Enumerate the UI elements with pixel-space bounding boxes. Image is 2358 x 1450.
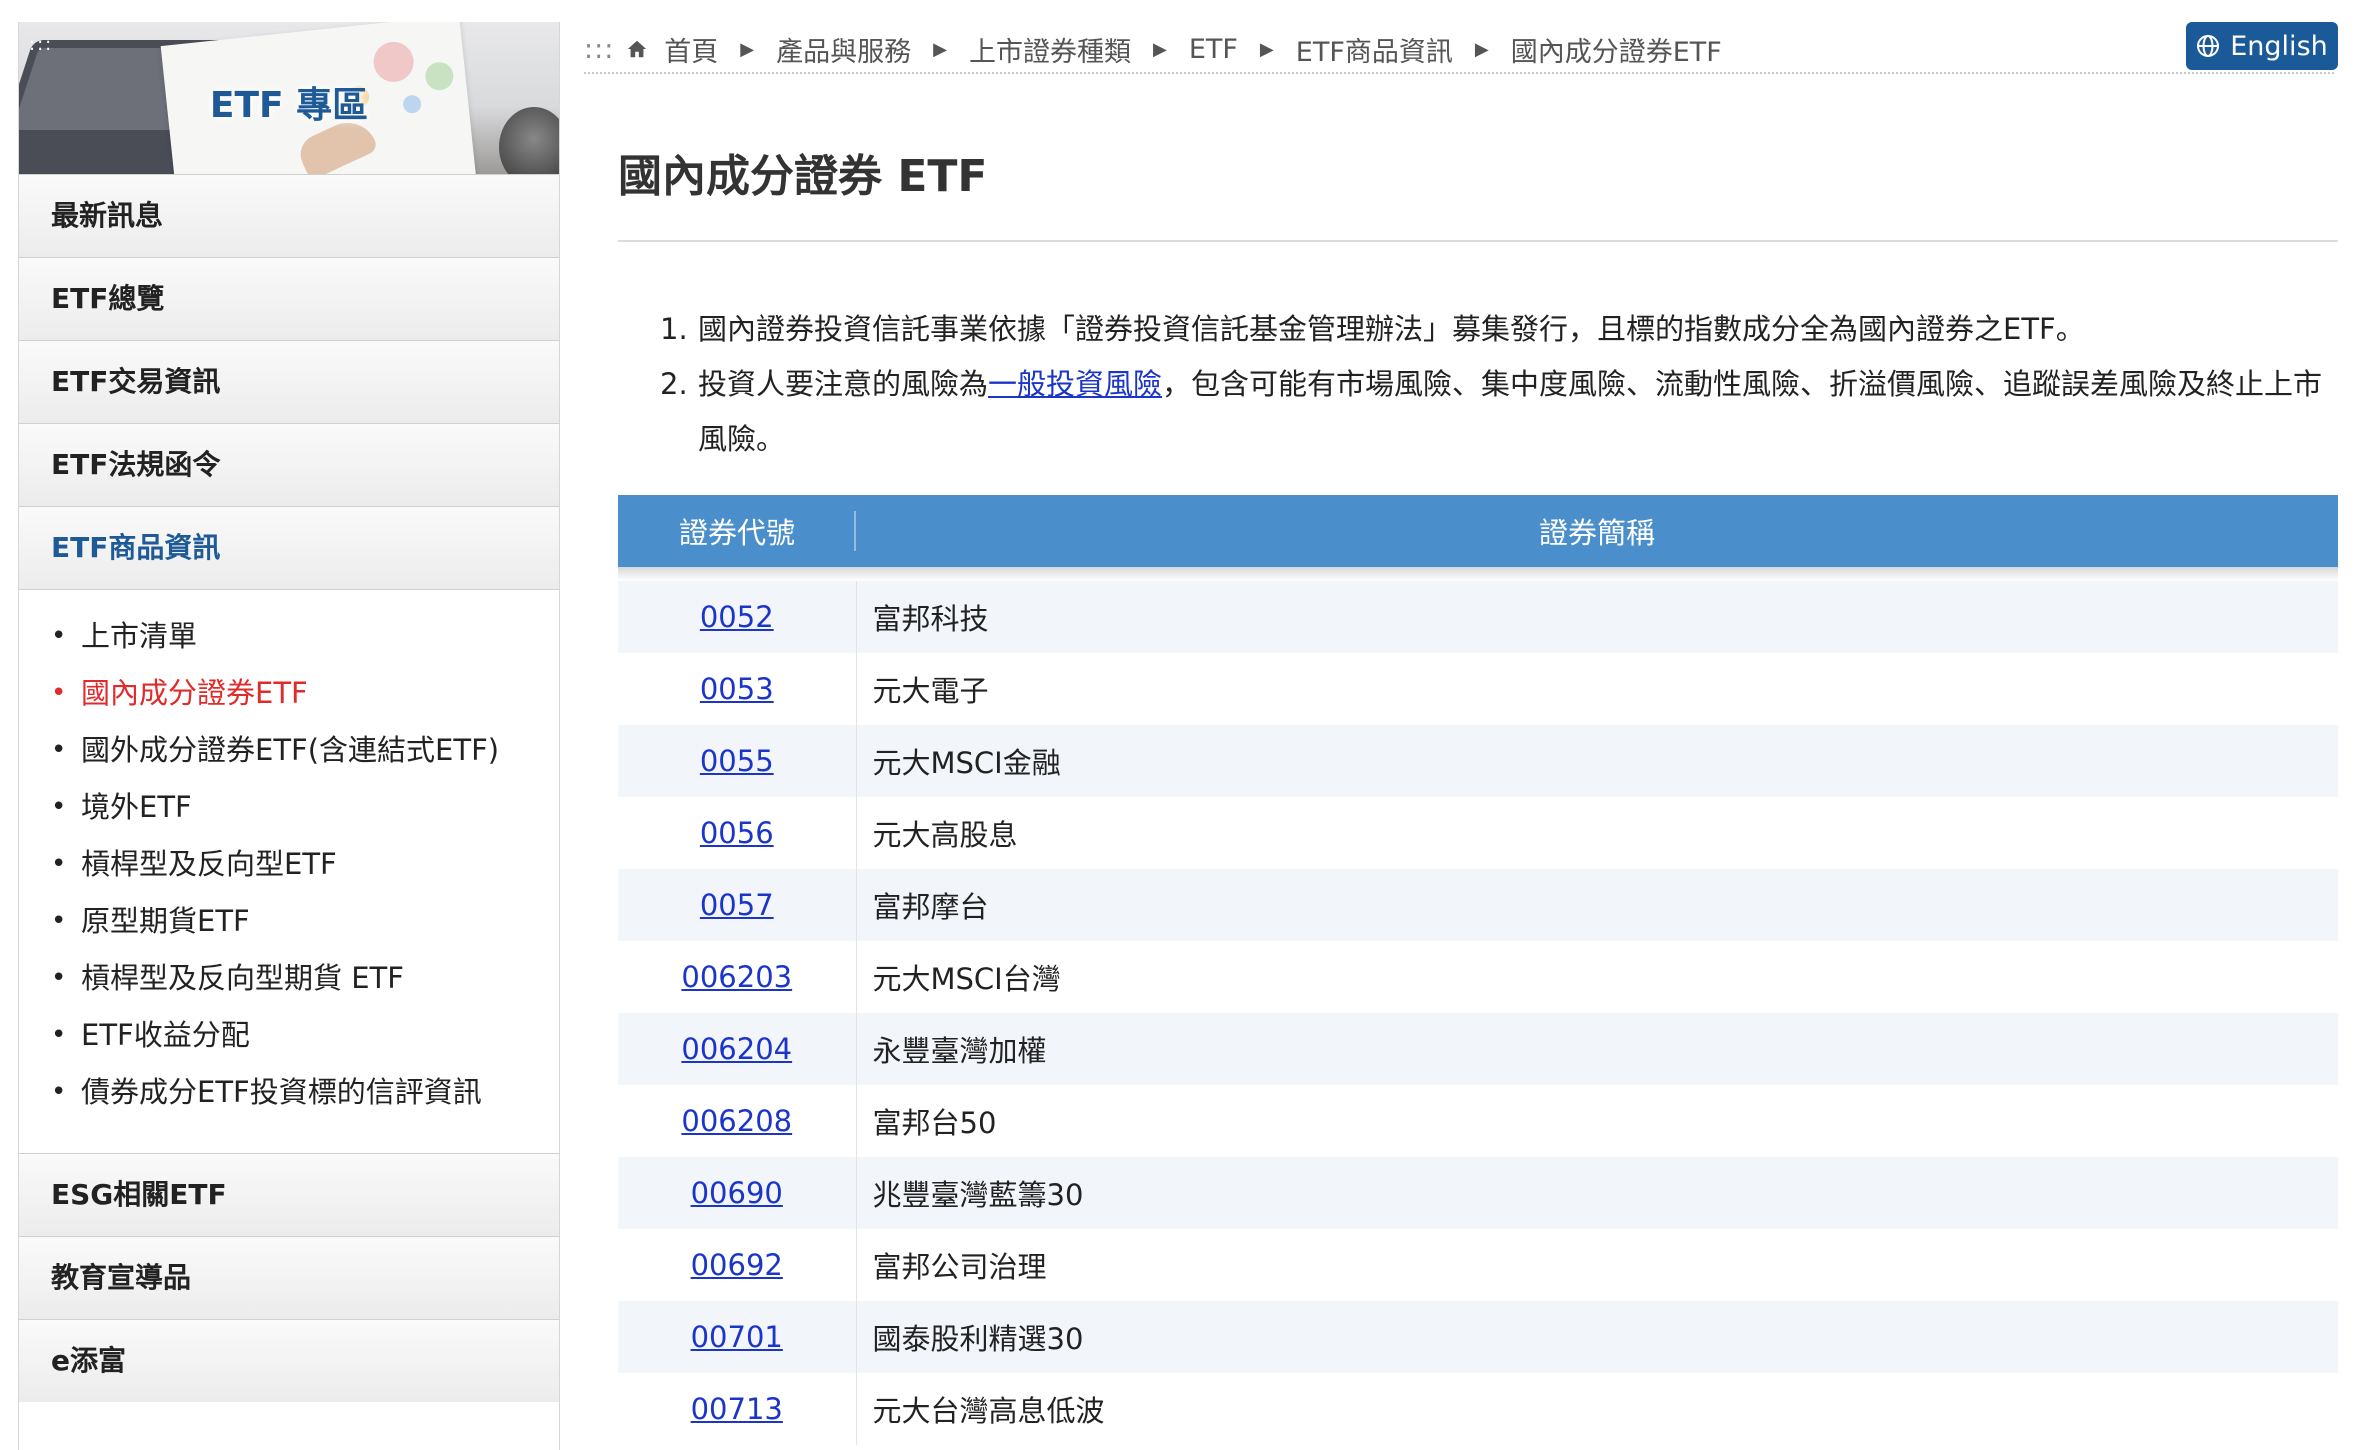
table-row: 00713 元大台灣高息低波 (618, 1373, 2338, 1445)
security-code-link[interactable]: 0057 (700, 888, 774, 922)
note-item: 2. 投資人要注意的風險為一般投資風險，包含可能有市場風險、集中度風險、流動性風… (660, 367, 2323, 456)
security-code-link[interactable]: 00690 (691, 1176, 783, 1210)
table-row: 006208 富邦台50 (618, 1085, 2338, 1157)
column-header-name: 證券簡稱 (1538, 516, 1655, 550)
submenu-item-domestic-etf[interactable]: 國內成分證券ETF (19, 671, 559, 716)
table-row: 0057 富邦摩台 (618, 869, 2338, 941)
submenu-item-etf-distribution[interactable]: ETF收益分配 (19, 1013, 559, 1058)
table-row: 006203 元大MSCI台灣 (618, 941, 2338, 1013)
security-code-link[interactable]: 0053 (700, 672, 774, 706)
title-divider (618, 240, 2338, 242)
table-row: 00701 國泰股利精選30 (618, 1301, 2338, 1373)
security-code-link[interactable]: 006204 (681, 1032, 792, 1066)
table-header-row: 證券代號 證券簡稱 (618, 495, 2338, 567)
security-code-link[interactable]: 00713 (691, 1392, 783, 1426)
general-investment-risk-link[interactable]: 一般投資風險 (988, 367, 1162, 401)
menu-item-etf-trading-info[interactable]: ETF交易資訊 (19, 340, 559, 423)
security-name-cell: 國泰股利精選30 (856, 1301, 2338, 1373)
english-button-label: English (2230, 30, 2328, 62)
submenu-item-futures-etf[interactable]: 原型期貨ETF (19, 899, 559, 944)
banner-dots: ::: (29, 34, 54, 55)
breadcrumb-home[interactable]: 首頁 (664, 30, 718, 69)
table-row: 0055 元大MSCI金融 (618, 725, 2338, 797)
table-row: 00692 富邦公司治理 (618, 1229, 2338, 1301)
breadcrumb: ::: 首頁 ▶ 產品與服務 ▶ 上市證券種類 ▶ ETF ▶ ETF商品資訊 … (584, 26, 2334, 74)
english-language-button[interactable]: English (2186, 22, 2338, 70)
breadcrumb-listed-securities[interactable]: 上市證券種類 (969, 30, 1131, 69)
security-code-cell: 0053 (618, 653, 857, 725)
menu-item-e-tianfu[interactable]: e添富 (19, 1319, 559, 1402)
submenu-item-leveraged-inverse-futures-etf[interactable]: 槓桿型及反向型期貨 ETF (19, 956, 559, 1001)
menu-item-latest-news[interactable]: 最新訊息 (19, 174, 559, 257)
column-header-code: 證券代號 (618, 495, 856, 567)
security-code-cell: 0056 (618, 797, 857, 869)
security-name-cell: 元大高股息 (872, 818, 1018, 852)
security-code-link[interactable]: 0055 (700, 744, 774, 778)
security-code-link[interactable]: 006203 (681, 960, 792, 994)
table-row: 0052 富邦科技 (618, 581, 2338, 653)
etf-table: 證券代號 證券簡稱 0052 富邦科技 0053 元大電子 0055 元大MSCI金融 00… (618, 495, 2338, 1445)
security-code-cell: 00690 (618, 1157, 857, 1229)
breadcrumb-separator-icon: ▶ (1152, 38, 1167, 60)
menu-item-etf-overview[interactable]: ETF總覽 (19, 257, 559, 340)
note-item: 1. 國內證券投資信託事業依據「證券投資信託基金管理辦法」募集發行，且標的指數成… (660, 312, 2085, 346)
menu-item-etf-product-info[interactable]: ETF商品資訊 (19, 506, 559, 589)
notes-list: 1. 國內證券投資信託事業依據「證券投資信託基金管理辦法」募集發行，且標的指數成… (660, 302, 2340, 467)
note-text: 投資人要注意的風險為 (698, 367, 989, 401)
home-icon[interactable] (626, 38, 648, 60)
security-code-cell: 00701 (618, 1301, 857, 1373)
menu-item-education[interactable]: 教育宣導品 (19, 1236, 559, 1319)
breadcrumb-current: 國內成分證券ETF (1510, 36, 1722, 68)
submenu-item-foreign-etf[interactable]: 國外成分證券ETF(含連結式ETF) (19, 728, 559, 773)
breadcrumb-separator-icon: ▶ (933, 38, 947, 60)
security-code-cell: 0055 (618, 725, 857, 797)
breadcrumb-products-services[interactable]: 產品與服務 (776, 30, 911, 69)
security-code-link[interactable]: 00701 (691, 1320, 783, 1354)
security-code-cell: 00713 (618, 1373, 857, 1445)
security-name-cell: 富邦摩台 (856, 869, 2338, 941)
security-name-cell: 元大電子 (872, 674, 989, 708)
note-text: 國內證券投資信託事業依據「證券投資信託基金管理辦法」募集發行，且標的指數成分全為… (698, 312, 2085, 346)
breadcrumb-separator-icon: ▶ (1474, 38, 1489, 60)
table-row: 0053 元大電子 (618, 653, 2338, 725)
etf-zone-banner[interactable]: ::: ETF 專區 (19, 22, 559, 174)
submenu-item-leveraged-inverse-etf[interactable]: 槓桿型及反向型ETF (19, 842, 559, 887)
submenu-item-listed[interactable]: 上市清單 (19, 614, 559, 659)
security-code-cell: 00692 (618, 1229, 857, 1301)
table-row: 00690 兆豐臺灣藍籌30 (618, 1157, 2338, 1229)
security-name-cell: 元大MSCI台灣 (872, 962, 1061, 996)
submenu-item-offshore-etf[interactable]: 境外ETF (19, 785, 559, 830)
breadcrumb-separator-icon: ▶ (1259, 38, 1274, 60)
security-code-cell: 006204 (618, 1013, 857, 1085)
security-name-cell: 富邦台50 (872, 1106, 997, 1140)
page-title: 國內成分證券 ETF (618, 151, 988, 202)
breadcrumb-accesskey[interactable]: ::: (584, 34, 614, 65)
banner-title: ETF 專區 (209, 85, 369, 126)
security-code-cell: 006203 (618, 941, 857, 1013)
security-code-cell: 006208 (618, 1085, 857, 1157)
security-code-link[interactable]: 0056 (700, 816, 774, 850)
security-code-link[interactable]: 00692 (691, 1248, 783, 1282)
menu-item-esg-etf[interactable]: ESG相關ETF (19, 1153, 559, 1236)
table-row: 006204 永豐臺灣加權 (618, 1013, 2338, 1085)
security-code-link[interactable]: 0052 (700, 600, 774, 634)
globe-icon (2197, 35, 2220, 57)
security-name-cell: 富邦公司治理 (872, 1250, 1047, 1284)
breadcrumb-etf[interactable]: ETF (1189, 34, 1238, 65)
submenu-item-bond-etf-ratings[interactable]: 債券成分ETF投資標的信評資訊 (19, 1070, 559, 1115)
security-name-cell: 富邦科技 (856, 581, 2338, 653)
breadcrumb-etf-product-info[interactable]: ETF商品資訊 (1296, 30, 1453, 69)
menu-item-etf-regulations[interactable]: ETF法規函令 (19, 423, 559, 506)
security-name-cell: 元大台灣高息低波 (872, 1394, 1105, 1428)
security-name-cell: 元大MSCI金融 (856, 725, 2338, 797)
security-code-link[interactable]: 006208 (681, 1104, 792, 1138)
sidebar: ::: ETF 專區 最新訊息 ETF總覽 ETF交易資訊 ETF法規函令 ET… (18, 22, 560, 1450)
table-row: 0056 元大高股息 (618, 797, 2338, 869)
breadcrumb-separator-icon: ▶ (740, 38, 755, 60)
security-name-cell: 永豐臺灣加權 (856, 1013, 2338, 1085)
submenu-etf-product-info: 上市清單 國內成分證券ETF 國外成分證券ETF(含連結式ETF) 境外ETF … (19, 589, 559, 1153)
security-name-cell: 兆豐臺灣藍籌30 (856, 1157, 2338, 1229)
security-code-cell: 0052 (618, 581, 857, 653)
security-code-cell: 0057 (618, 869, 857, 941)
